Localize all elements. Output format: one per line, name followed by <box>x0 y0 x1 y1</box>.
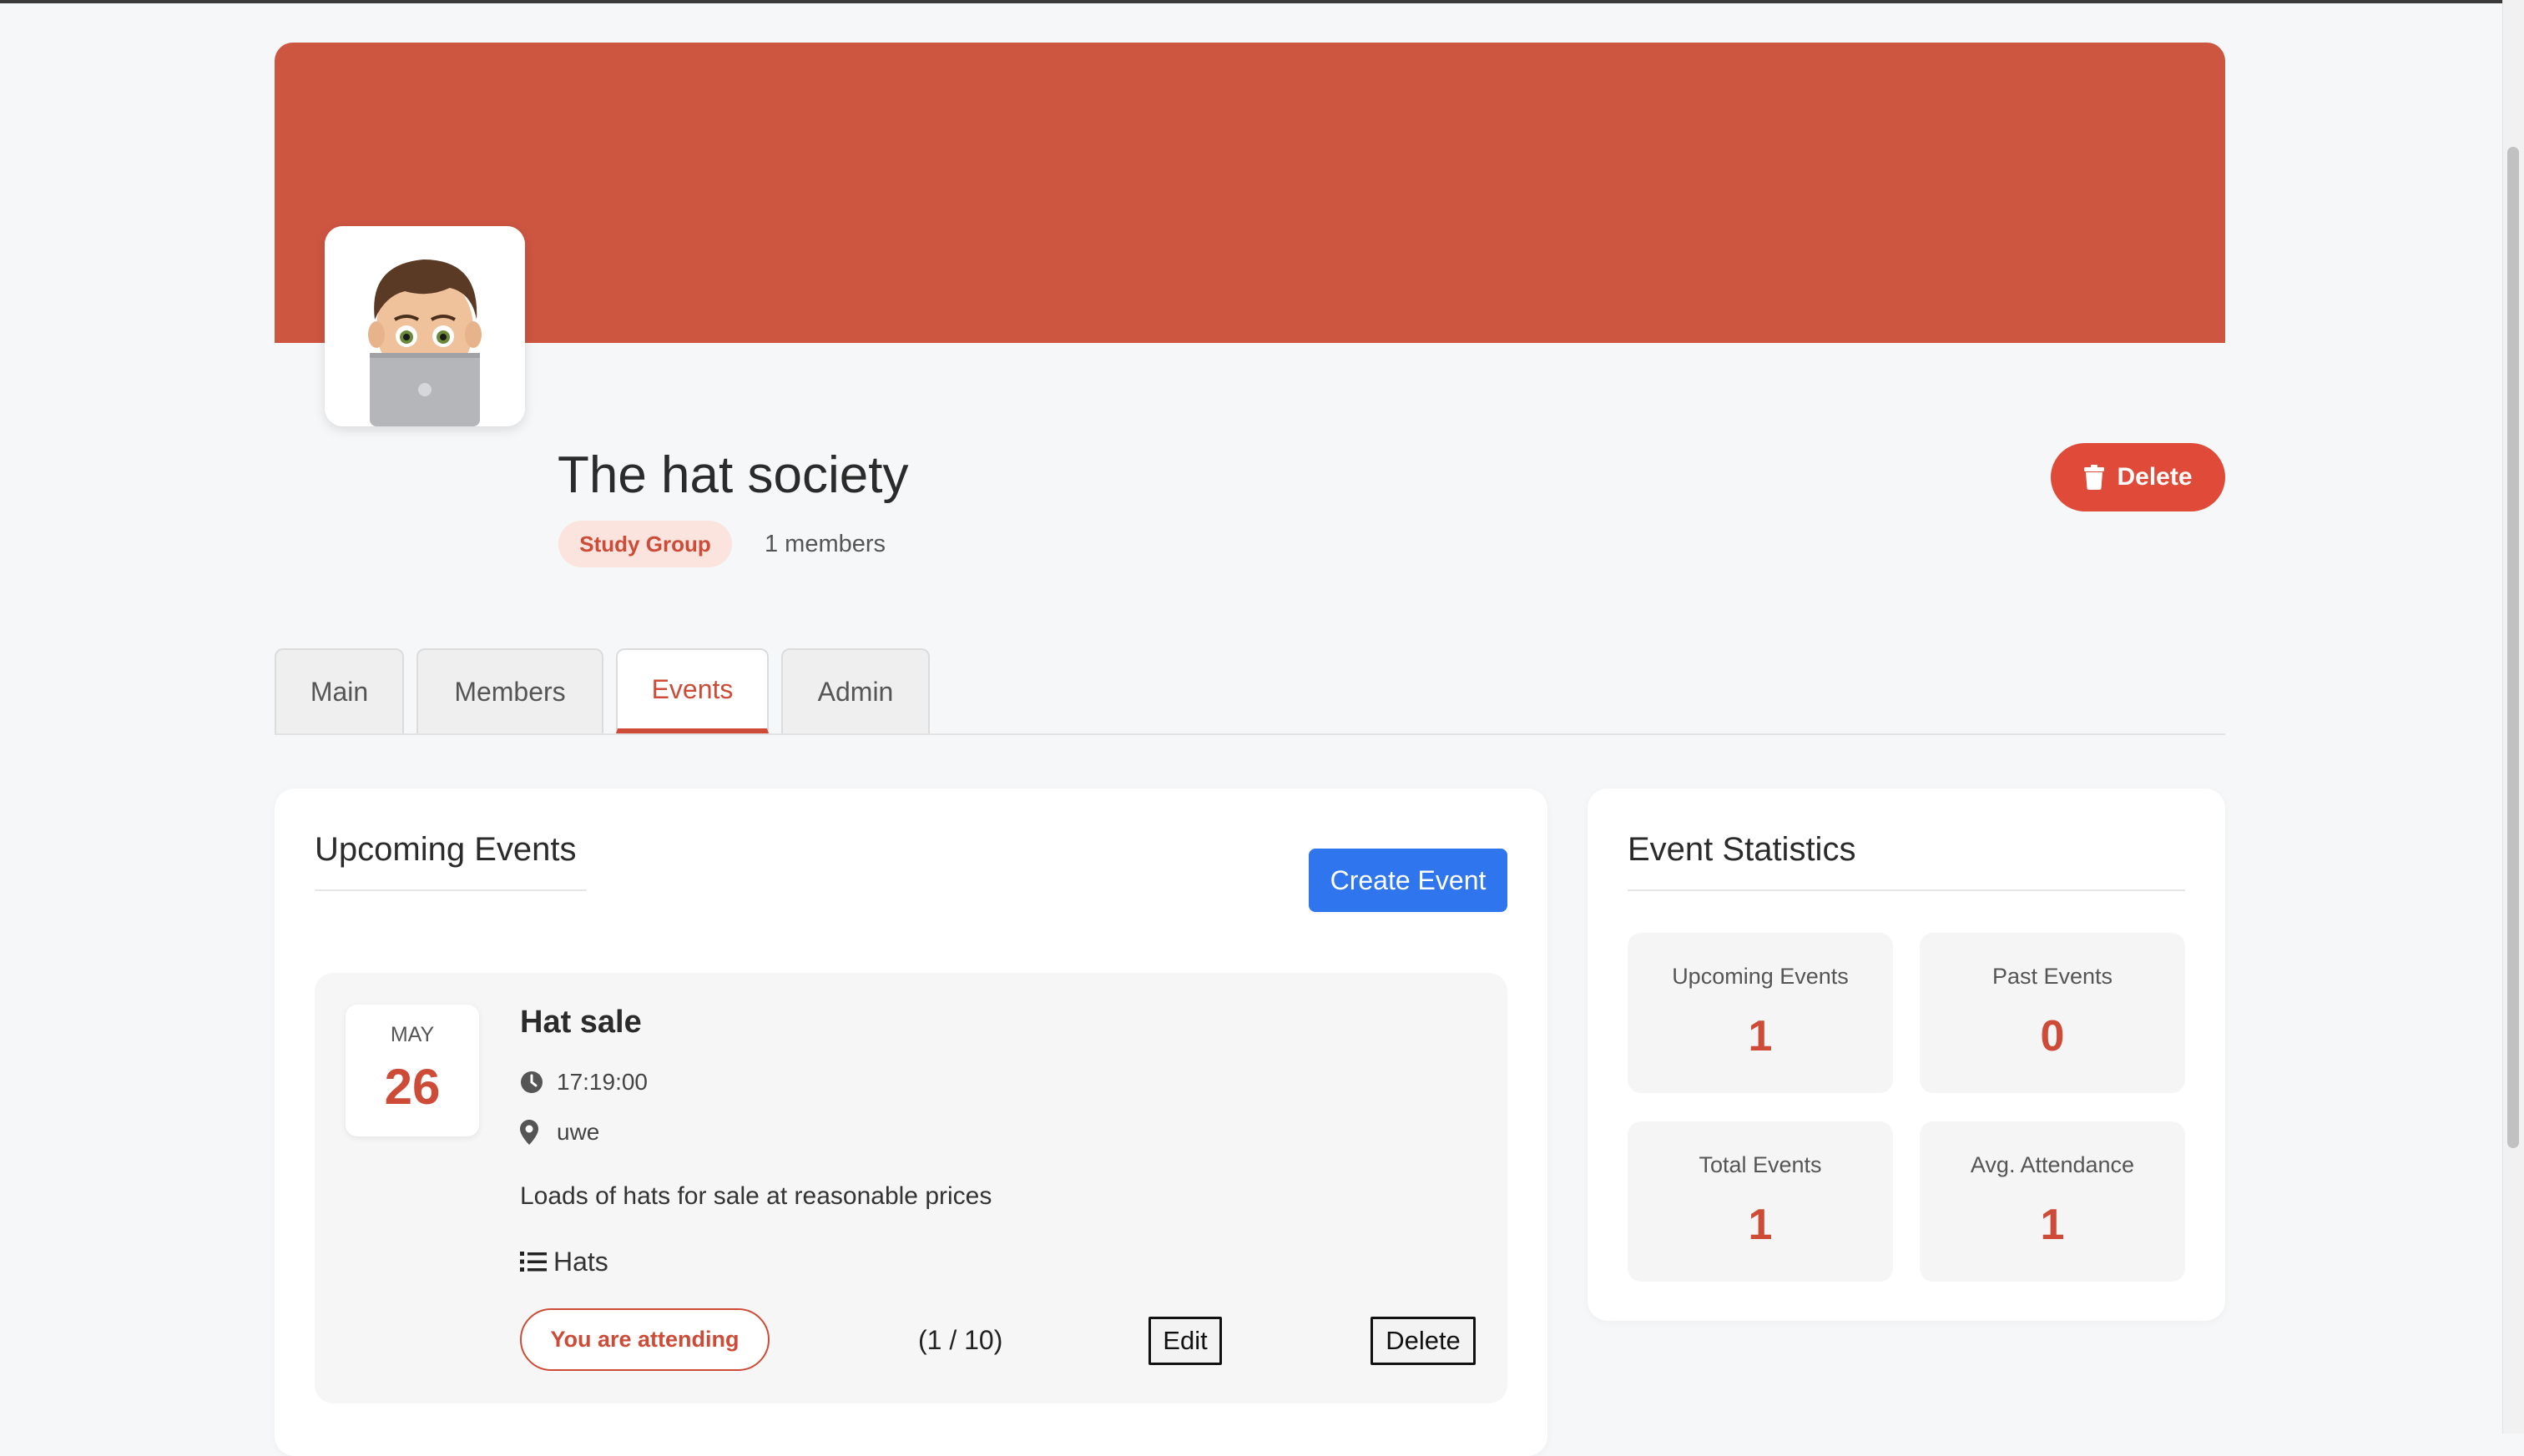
delete-group-label: Delete <box>2117 463 2193 491</box>
attending-status-button[interactable]: You are attending <box>520 1308 770 1371</box>
stat-past-events: Past Events 0 <box>1920 933 2185 1093</box>
event-description: Loads of hats for sale at reasonable pri… <box>520 1182 992 1210</box>
stat-upcoming-events: Upcoming Events 1 <box>1628 933 1893 1093</box>
memoji-laptop-avatar-icon <box>325 226 525 426</box>
group-type-badge: Study Group <box>558 521 732 567</box>
group-avatar <box>325 226 525 426</box>
upcoming-events-heading: Upcoming Events <box>315 831 577 868</box>
stat-value: 1 <box>1748 1012 1773 1061</box>
stat-total-events: Total Events 1 <box>1628 1121 1893 1282</box>
event-time: 17:19:00 <box>557 1069 648 1095</box>
event-statistics-heading: Event Statistics <box>1628 831 1856 868</box>
group-banner <box>275 43 2225 343</box>
trash-icon <box>2084 465 2105 490</box>
members-count: 1 members <box>765 531 886 557</box>
event-title: Hat sale <box>520 1005 642 1040</box>
tabs-divider <box>275 733 2225 735</box>
event-category-row: Hats <box>520 1245 608 1278</box>
window-top-border <box>0 0 2524 3</box>
event-date-box: MAY 26 <box>346 1005 479 1136</box>
clock-icon <box>521 1071 543 1093</box>
stat-avg-attendance: Avg. Attendance 1 <box>1920 1121 2185 1282</box>
event-day: 26 <box>384 1059 441 1115</box>
stat-value: 0 <box>2040 1012 2065 1061</box>
event-month: MAY <box>390 1023 435 1046</box>
stat-label: Avg. Attendance <box>1970 1152 2135 1177</box>
delete-event-button[interactable]: Delete <box>1371 1317 1476 1365</box>
event-category: Hats <box>553 1247 608 1277</box>
group-title: The hat society <box>558 446 909 504</box>
event-time-row: 17:19:00 <box>520 1066 648 1099</box>
edit-event-button[interactable]: Edit <box>1148 1317 1222 1365</box>
map-pin-icon <box>520 1120 538 1145</box>
stat-label: Upcoming Events <box>1672 964 1849 989</box>
heading-underline <box>1628 889 2185 891</box>
tab-admin[interactable]: Admin <box>781 648 930 733</box>
event-location: uwe <box>557 1119 600 1145</box>
create-event-button[interactable]: Create Event <box>1309 849 1507 912</box>
stat-label: Past Events <box>1991 964 2113 989</box>
stat-value: 1 <box>2040 1201 2065 1249</box>
attendance-count: (1 / 10) <box>918 1325 1003 1355</box>
delete-group-button[interactable]: Delete <box>2051 443 2225 511</box>
stat-value: 1 <box>1748 1201 1773 1249</box>
tab-events[interactable]: Events <box>616 648 769 733</box>
scrollbar-thumb[interactable] <box>2507 147 2519 1148</box>
tab-main[interactable]: Main <box>275 648 404 733</box>
tab-members[interactable]: Members <box>416 648 603 733</box>
heading-underline <box>315 889 587 891</box>
event-location-row: uwe <box>520 1116 599 1149</box>
stat-label: Total Events <box>1699 1152 1822 1177</box>
list-icon <box>520 1252 547 1272</box>
